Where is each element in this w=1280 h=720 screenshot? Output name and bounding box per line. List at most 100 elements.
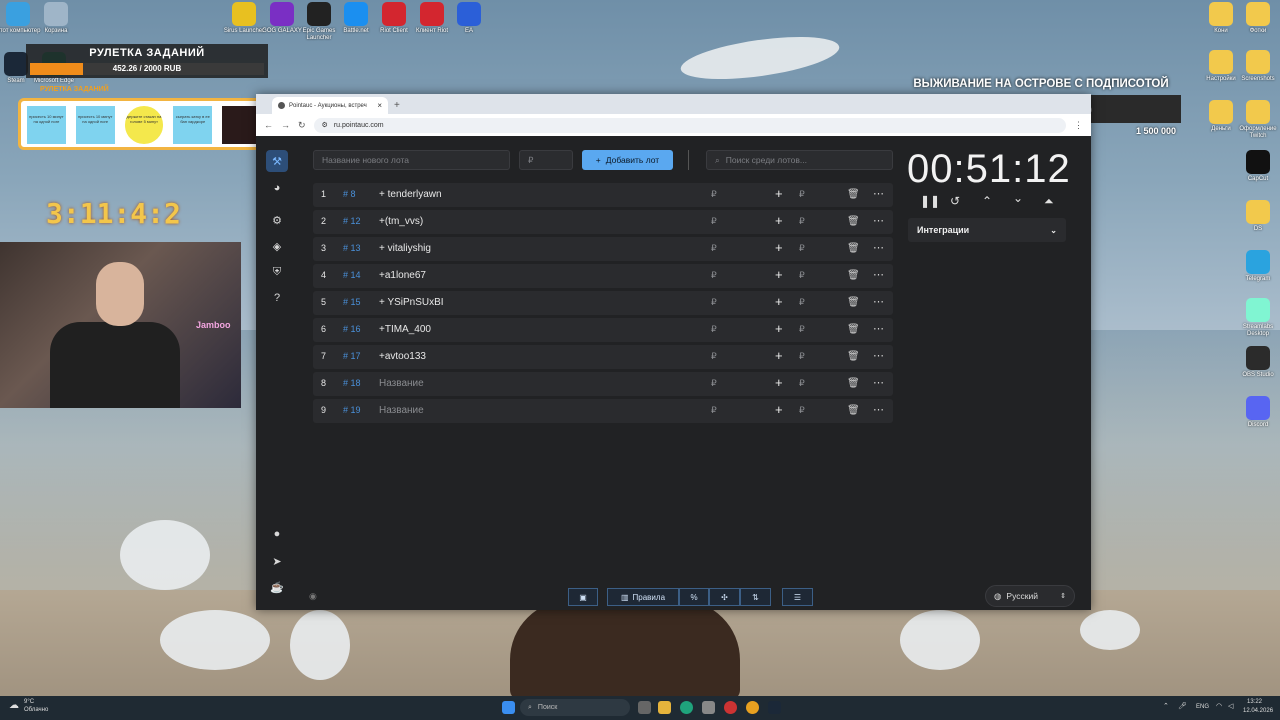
add-amount-field[interactable]: ₽: [799, 189, 805, 200]
extensions-icon[interactable]: ⋮: [1074, 120, 1083, 131]
right-desktop-shortcut[interactable]: DS: [1232, 200, 1280, 233]
store-icon[interactable]: [702, 701, 715, 714]
start-icon[interactable]: [502, 701, 515, 714]
add-amount-field[interactable]: ₽: [799, 378, 805, 389]
input-language[interactable]: ENG: [1196, 704, 1209, 710]
explorer-icon[interactable]: [658, 701, 671, 714]
trash-icon[interactable]: 🗑︎: [847, 378, 860, 389]
wifi-icon[interactable]: ◠: [1216, 702, 1222, 710]
lot-amount-field[interactable]: ₽: [711, 243, 717, 254]
lot-name-input[interactable]: Название: [379, 405, 424, 416]
add-amount-field[interactable]: ₽: [799, 351, 805, 362]
trash-icon[interactable]: 🗑︎: [847, 351, 860, 362]
right-desktop-shortcut[interactable]: CapCut: [1232, 150, 1280, 183]
telegram-icon[interactable]: ➤: [266, 550, 288, 572]
more-icon[interactable]: ⋯: [873, 241, 884, 254]
add-amount-icon[interactable]: +: [775, 375, 783, 390]
tray-chevron-icon[interactable]: ⌃: [1163, 702, 1169, 710]
lot-amount-field[interactable]: ₽: [711, 216, 717, 227]
tab-close-icon[interactable]: ×: [377, 101, 382, 110]
donate-icon[interactable]: ☕: [266, 576, 288, 598]
reset-icon[interactable]: ↺: [950, 194, 960, 208]
more-icon[interactable]: ⋯: [873, 403, 884, 416]
browser-tab[interactable]: Pointauc - Аукционы, встреч ×: [272, 97, 388, 114]
more-icon[interactable]: ⋯: [873, 349, 884, 362]
lot-name-input[interactable]: +TIMA_400: [379, 324, 431, 335]
add-amount-field[interactable]: ₽: [799, 324, 805, 335]
add-amount-field[interactable]: ₽: [799, 297, 805, 308]
chevron-down-icon[interactable]: ⌄: [1013, 191, 1023, 205]
right-desktop-shortcut[interactable]: Фотки: [1232, 2, 1280, 35]
lot-amount-field[interactable]: ₽: [711, 378, 717, 389]
trash-icon[interactable]: 🗑︎: [847, 270, 860, 281]
rules-button[interactable]: ▥ Правила: [607, 588, 679, 606]
lot-amount-field[interactable]: ₽: [711, 324, 717, 335]
double-up-icon[interactable]: ⏶: [1044, 194, 1054, 209]
edge-icon[interactable]: [680, 701, 693, 714]
integrations-dropdown[interactable]: Интеграции ⌄: [908, 218, 1066, 242]
add-amount-field[interactable]: ₽: [799, 216, 805, 227]
add-amount-icon[interactable]: +: [775, 348, 783, 363]
language-select[interactable]: ◍ Русский ⇕: [985, 585, 1075, 607]
trash-icon[interactable]: 🗑︎: [847, 324, 860, 335]
more-icon[interactable]: ⋯: [873, 214, 884, 227]
site-info-icon[interactable]: ⚙: [322, 121, 328, 129]
top-desktop-shortcut[interactable]: EA: [443, 2, 495, 35]
trash-icon[interactable]: 🗑︎: [847, 405, 860, 416]
lot-name-input[interactable]: Название нового лота: [313, 150, 510, 170]
app-icon[interactable]: [724, 701, 737, 714]
right-desktop-shortcut[interactable]: Оформление Twitch: [1232, 100, 1280, 140]
right-desktop-shortcut[interactable]: Streamlabs Desktop: [1232, 298, 1280, 338]
settings-icon[interactable]: ⚙: [266, 209, 288, 231]
pause-icon[interactable]: ❚❚: [920, 194, 940, 208]
add-amount-icon[interactable]: +: [775, 240, 783, 255]
add-amount-icon[interactable]: +: [775, 267, 783, 282]
reload-icon[interactable]: ↻: [298, 120, 306, 131]
lot-amount-input[interactable]: ₽: [519, 150, 573, 170]
lot-amount-field[interactable]: ₽: [711, 270, 717, 281]
help-icon[interactable]: ?: [266, 287, 288, 309]
url-field[interactable]: ⚙ ru.pointauc.com: [313, 117, 1066, 133]
percent-button[interactable]: %: [679, 588, 709, 606]
add-amount-icon[interactable]: +: [775, 402, 783, 417]
add-lot-button[interactable]: + Добавить лот: [582, 150, 673, 170]
lot-name-input[interactable]: +a1lone67: [379, 270, 426, 281]
add-amount-icon[interactable]: +: [775, 186, 783, 201]
right-desktop-shortcut[interactable]: Telegram: [1232, 250, 1280, 283]
task-view-icon[interactable]: [638, 701, 651, 714]
auction-icon[interactable]: ⚒: [266, 150, 288, 172]
mic-icon[interactable]: 🎤︎: [1178, 702, 1187, 710]
taskbar-search[interactable]: ⌕ Поиск: [520, 699, 630, 716]
clear-button[interactable]: ☰: [782, 588, 813, 606]
lot-name-input[interactable]: + tenderlyawn: [379, 189, 442, 200]
lot-amount-field[interactable]: ₽: [711, 405, 717, 416]
layers-icon[interactable]: ◈: [266, 235, 288, 257]
lot-search-input[interactable]: ⌕ Поиск среди лотов...: [706, 150, 893, 170]
add-amount-icon[interactable]: +: [775, 294, 783, 309]
lot-amount-field[interactable]: ₽: [711, 351, 717, 362]
more-icon[interactable]: ⋯: [873, 376, 884, 389]
right-desktop-shortcut[interactable]: OBS Studio: [1232, 346, 1280, 379]
visibility-icon[interactable]: ◉: [309, 591, 317, 602]
left-desktop-shortcut[interactable]: Корзина: [30, 2, 82, 35]
add-amount-field[interactable]: ₽: [799, 270, 805, 281]
more-icon[interactable]: ⋯: [873, 295, 884, 308]
lot-amount-field[interactable]: ₽: [711, 297, 717, 308]
lot-name-input[interactable]: Название: [379, 378, 424, 389]
wheel-icon[interactable]: ◕: [266, 177, 288, 199]
chrome-icon[interactable]: [746, 701, 759, 714]
add-amount-icon[interactable]: +: [775, 213, 783, 228]
add-amount-field[interactable]: ₽: [799, 243, 805, 254]
more-icon[interactable]: ⋯: [873, 322, 884, 335]
right-desktop-shortcut[interactable]: Screenshots: [1232, 50, 1280, 83]
save-button[interactable]: ▣: [568, 588, 598, 606]
trash-icon[interactable]: 🗑︎: [847, 216, 860, 227]
new-tab-icon[interactable]: +: [394, 100, 400, 111]
back-icon[interactable]: ←: [264, 120, 273, 130]
trash-icon[interactable]: 🗑︎: [847, 243, 860, 254]
trash-icon[interactable]: 🗑︎: [847, 297, 860, 308]
lot-name-input[interactable]: +avtoo133: [379, 351, 426, 362]
sort-button[interactable]: ⇅: [740, 588, 771, 606]
more-icon[interactable]: ⋯: [873, 187, 884, 200]
lot-name-input[interactable]: + vitaliyshig: [379, 243, 431, 254]
